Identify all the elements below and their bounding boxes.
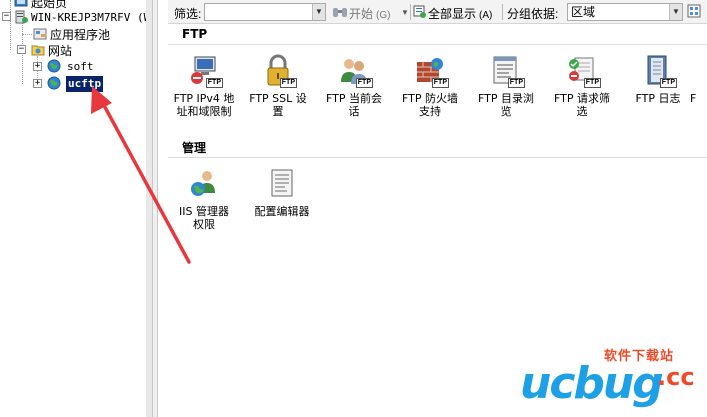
tree-item-label: WIN-KREJP3M7RFV (WIN <box>31 10 152 24</box>
view-icon[interactable] <box>687 4 701 19</box>
start-page-icon <box>14 0 28 7</box>
feature-ftp-logging[interactable]: FTP FTP 日志 <box>622 54 694 105</box>
filter-label: 筛选: <box>174 7 202 21</box>
server-icon <box>15 10 28 24</box>
feature-ftp-directory-browsing[interactable]: FTP FTP 目录浏 览 <box>470 54 542 118</box>
start-button[interactable]: 开始 (G) <box>349 5 390 22</box>
tree-line <box>22 34 32 35</box>
tree-line <box>10 0 11 50</box>
feature-iis-manager-permissions[interactable]: IIS 管理器 权限 <box>168 167 240 231</box>
tree-item-sites[interactable]: 网站 <box>31 42 72 58</box>
binoculars-icon <box>333 8 347 17</box>
feature-ftp-firewall-support[interactable]: FTP FTP 防火墙 支持 <box>394 54 466 118</box>
iis-manager-permissions-icon <box>187 167 221 201</box>
feature-caption: 址和域限制 <box>176 105 232 118</box>
ftp-ip-restrictions-icon: FTP <box>187 54 223 88</box>
expand-soft-toggle[interactable]: + <box>33 62 42 71</box>
sites-folder-icon <box>31 45 45 56</box>
feature-caption: FTP 目录浏 <box>478 92 534 105</box>
tree-item-server[interactable]: WIN-KREJP3M7RFV (WIN <box>14 9 152 25</box>
tree-item-site-ucftp[interactable]: ucftp <box>47 75 104 92</box>
tree-item-site-soft[interactable]: soft <box>47 58 94 74</box>
feature-caption: 权限 <box>193 218 215 231</box>
feature-ftp-ssl-settings[interactable]: FTP FTP SSL 设 置 <box>242 54 314 118</box>
filter-input[interactable]: ▼ <box>204 3 326 21</box>
feature-caption: FTP 当前会 <box>326 92 382 105</box>
feature-caption: F <box>690 92 697 105</box>
feature-caption: FTP 请求筛 <box>554 92 610 105</box>
group-by-select[interactable]: 区域 ▼ <box>567 3 683 21</box>
ftp-logging-icon: FTP <box>641 54 677 88</box>
feature-caption: FTP IPv4 地 <box>173 92 235 105</box>
feature-caption: 配置编辑器 <box>254 205 310 218</box>
ftp-firewall-icon: FTP <box>413 54 449 88</box>
expand-ucftp-toggle[interactable]: + <box>33 79 42 88</box>
start-dropdown-icon[interactable]: ▼ <box>401 8 409 17</box>
ftp-partial-icon <box>690 54 707 88</box>
feature-caption: 置 <box>272 105 284 118</box>
website-globe-icon <box>47 59 61 73</box>
group-divider <box>168 44 707 45</box>
watermark-logo-text: ucbug <box>520 358 664 409</box>
tree-item-label: 网站 <box>48 43 73 58</box>
website-globe-icon <box>47 76 61 90</box>
tree-item-label: 应用程序池 <box>50 27 111 42</box>
watermark-tld-text: .cc <box>657 363 695 391</box>
feature-caption: 话 <box>348 105 360 118</box>
feature-caption: IIS 管理器 <box>179 205 229 218</box>
feature-ftp-partial[interactable]: F <box>690 54 707 105</box>
show-all-shortcut: (A) <box>479 10 493 21</box>
toolbar-separator <box>410 4 411 20</box>
start-shortcut: (G) <box>376 10 391 21</box>
collapse-server-toggle[interactable]: − <box>2 12 11 21</box>
feature-caption: 支持 <box>419 105 441 118</box>
feature-ftp-ip-restrictions[interactable]: FTP FTP IPv4 地 址和域限制 <box>168 54 240 118</box>
group-title-ftp: FTP <box>182 27 208 41</box>
feature-caption: 选 <box>576 105 588 118</box>
feature-ftp-current-sessions[interactable]: FTP FTP 当前会 话 <box>318 54 390 118</box>
filter-dropdown-icon[interactable]: ▼ <box>312 4 325 20</box>
ftp-request-filtering-icon: FTP <box>565 54 601 88</box>
connections-tree: 起始页 − WIN-KREJP3M7RFV (WIN 应用程序池 − 网站 + <box>0 0 152 417</box>
ftp-ssl-lock-icon: FTP <box>261 54 297 88</box>
show-all-label: 全部显示 <box>428 7 477 21</box>
group-divider <box>168 157 707 158</box>
pane-splitter[interactable] <box>152 0 158 417</box>
collapse-sites-toggle[interactable]: − <box>17 45 26 54</box>
application-pools-icon <box>33 28 47 40</box>
feature-caption: FTP 防火墙 <box>402 92 458 105</box>
tree-item-label: soft <box>67 59 94 73</box>
configuration-editor-icon <box>265 167 299 201</box>
ftp-sessions-users-icon: FTP <box>337 54 373 88</box>
tree-item-label-selected: ucftp <box>66 75 104 92</box>
feature-caption: FTP SSL 设 <box>249 92 307 105</box>
ftp-directory-browsing-icon: FTP <box>489 54 525 88</box>
start-label: 开始 <box>349 7 374 21</box>
toolbar-separator <box>502 4 503 20</box>
feature-ftp-request-filtering[interactable]: FTP FTP 请求筛 选 <box>546 54 618 118</box>
show-all-button[interactable]: 全部显示 (A) <box>428 5 492 22</box>
feature-toolbar: 筛选: ▼ 开始 (G) ▼ 全部显示 (A) 分组依据: 区域 ▼ <box>168 0 707 24</box>
tree-item-application-pools[interactable]: 应用程序池 <box>33 26 110 42</box>
feature-caption: FTP 日志 <box>635 92 681 105</box>
show-all-icon <box>413 5 426 18</box>
group-by-label: 分组依据: <box>507 7 559 21</box>
feature-configuration-editor[interactable]: 配置编辑器 <box>246 167 318 218</box>
group-by-value: 区域 <box>571 5 596 19</box>
feature-caption: 览 <box>500 105 512 118</box>
group-by-dropdown-icon[interactable]: ▼ <box>669 4 682 20</box>
group-title-management: 管理 <box>182 141 207 155</box>
